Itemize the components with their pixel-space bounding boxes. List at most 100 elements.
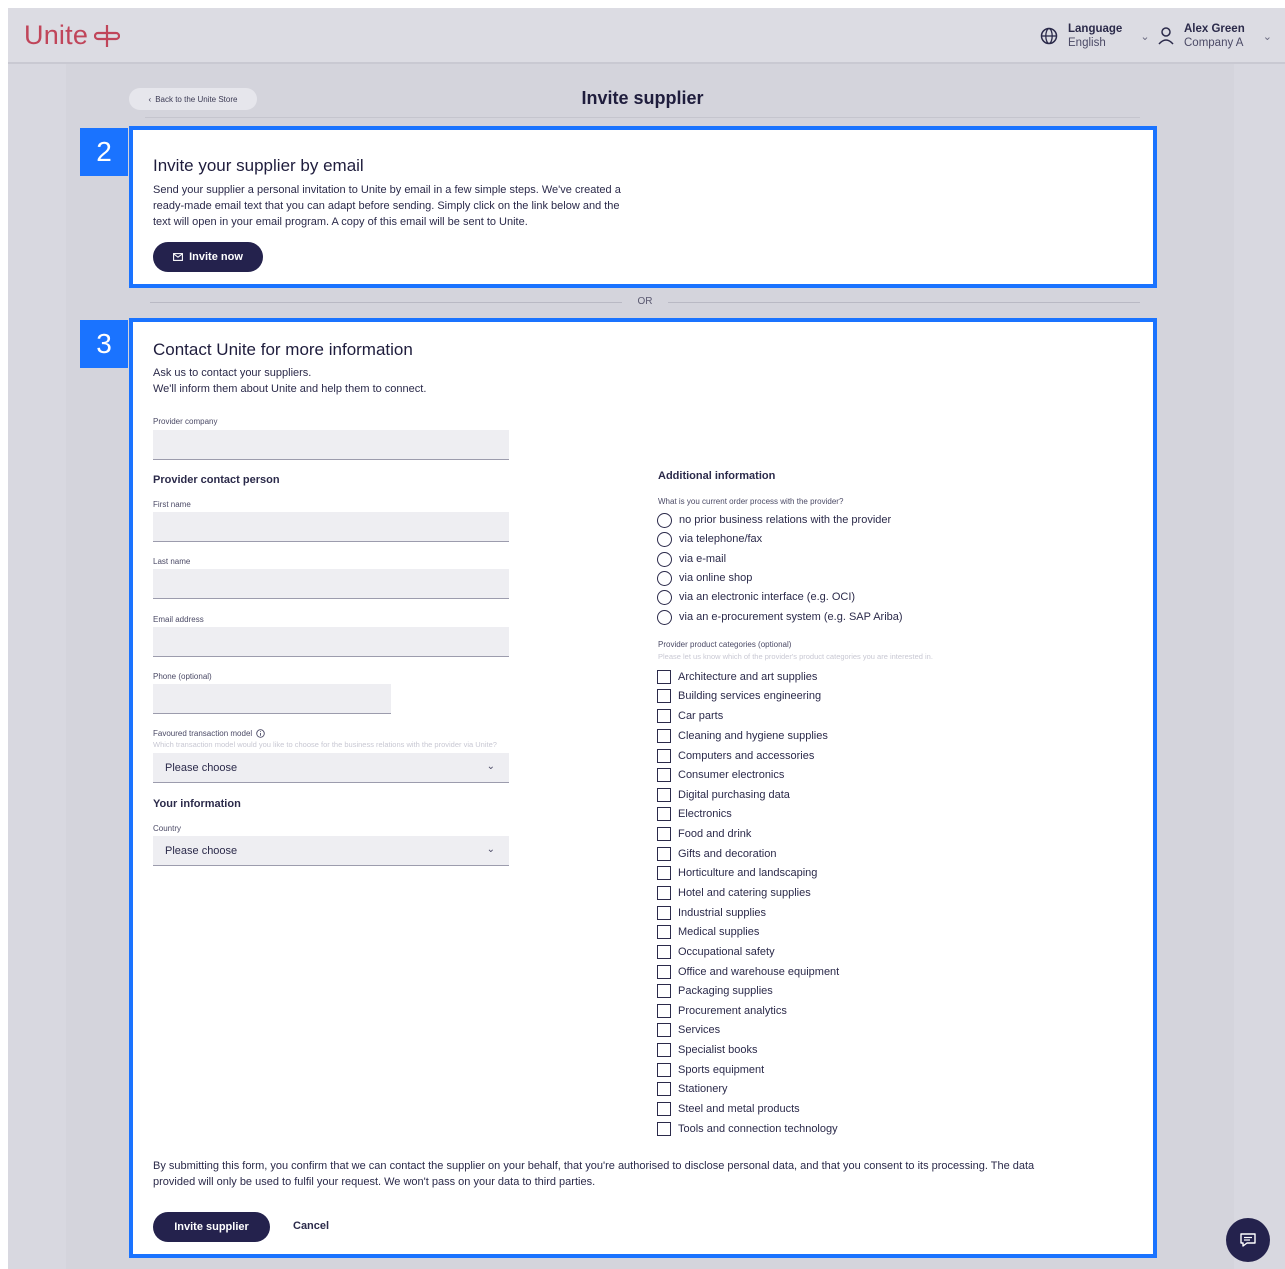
checkbox[interactable] — [657, 866, 671, 880]
category-option[interactable]: Gifts and decoration — [657, 846, 776, 862]
category-label: Services — [678, 1024, 721, 1036]
checkbox[interactable] — [657, 925, 671, 939]
category-option[interactable]: Procurement analytics — [657, 1003, 787, 1019]
contact-intro-line-2: We'll inform them about Unite and help t… — [153, 383, 427, 395]
category-option[interactable]: Occupational safety — [657, 944, 775, 960]
checkbox[interactable] — [657, 1043, 671, 1057]
category-option[interactable]: Cleaning and hygiene supplies — [657, 728, 828, 744]
category-option[interactable]: Car parts — [657, 708, 723, 724]
category-label: Horticulture and landscaping — [678, 867, 818, 879]
logo-text: Unite — [24, 20, 89, 50]
category-option[interactable]: Steel and metal products — [657, 1101, 800, 1117]
checkbox[interactable] — [657, 729, 671, 743]
category-label: Steel and metal products — [678, 1103, 800, 1115]
category-option[interactable]: Packaging supplies — [657, 983, 773, 999]
category-option[interactable]: Architecture and art supplies — [657, 669, 817, 685]
category-option[interactable]: Medical supplies — [657, 924, 759, 940]
category-label: Tools and connection technology — [678, 1123, 838, 1135]
order-process-option[interactable]: via an electronic interface (e.g. OCI) — [657, 589, 855, 605]
checkbox[interactable] — [657, 1082, 671, 1096]
category-option[interactable]: Electronics — [657, 806, 732, 822]
radio-button[interactable] — [657, 570, 672, 586]
category-option[interactable]: Tools and connection technology — [657, 1121, 838, 1137]
country-value: Please choose — [165, 844, 238, 857]
first-name-input[interactable] — [153, 512, 509, 542]
checkbox[interactable] — [657, 1102, 671, 1116]
radio-button[interactable] — [657, 531, 672, 547]
invite-supplier-button[interactable]: Invite supplier — [153, 1212, 270, 1242]
checkbox[interactable] — [657, 768, 671, 782]
country-label: Country — [153, 824, 182, 833]
invite-now-label: Invite now — [189, 251, 243, 263]
category-label: Computers and accessories — [678, 750, 815, 762]
category-label: Stationery — [678, 1083, 728, 1095]
checkbox[interactable] — [657, 709, 671, 723]
info-icon[interactable] — [256, 729, 265, 738]
radio-button[interactable] — [657, 551, 672, 567]
category-option[interactable]: Consumer electronics — [657, 767, 784, 783]
checkbox[interactable] — [657, 670, 671, 684]
country-select[interactable]: Please choose ⌄ — [153, 836, 509, 866]
category-option[interactable]: Services — [657, 1022, 720, 1038]
order-process-option[interactable]: no prior business relations with the pro… — [657, 512, 891, 528]
globe-icon — [1040, 27, 1058, 45]
checkbox[interactable] — [657, 689, 671, 703]
category-option[interactable]: Food and drink — [657, 826, 751, 842]
category-option[interactable]: Office and warehouse equipment — [657, 964, 839, 980]
radio-button[interactable] — [657, 589, 672, 605]
category-option[interactable]: Hotel and catering supplies — [657, 885, 811, 901]
category-option[interactable]: Stationery — [657, 1081, 728, 1097]
checkbox[interactable] — [657, 1122, 671, 1136]
cancel-button[interactable]: Cancel — [293, 1220, 329, 1232]
checkbox[interactable] — [657, 965, 671, 979]
email-label: Email address — [153, 615, 204, 624]
checkbox[interactable] — [657, 1023, 671, 1037]
language-selector[interactable]: Language English ⌄ — [1040, 22, 1150, 50]
divider-line-left — [150, 302, 622, 303]
category-option[interactable]: Industrial supplies — [657, 905, 766, 921]
order-process-option[interactable]: via telephone/fax — [657, 531, 762, 547]
user-name: Alex Green — [1184, 23, 1245, 35]
category-option[interactable]: Sports equipment — [657, 1062, 764, 1078]
or-divider: OR — [150, 296, 1140, 310]
checkbox[interactable] — [657, 945, 671, 959]
checkbox[interactable] — [657, 1004, 671, 1018]
category-option[interactable]: Building services engineering — [657, 688, 821, 704]
category-option[interactable]: Specialist books — [657, 1042, 758, 1058]
invite-email-heading: Invite your supplier by email — [153, 156, 364, 175]
last-name-input[interactable] — [153, 569, 509, 599]
category-option[interactable]: Digital purchasing data — [657, 787, 790, 803]
category-option[interactable]: Computers and accessories — [657, 748, 814, 764]
invite-supplier-label: Invite supplier — [174, 1221, 249, 1233]
invite-email-body-line-1: Send your supplier a personal invitation… — [153, 184, 621, 196]
invite-now-button[interactable]: Invite now — [153, 242, 263, 272]
checkbox[interactable] — [657, 749, 671, 763]
order-process-option[interactable]: via e-mail — [657, 551, 726, 567]
radio-button[interactable] — [657, 609, 672, 625]
email-input[interactable] — [153, 627, 509, 657]
checkbox[interactable] — [657, 984, 671, 998]
radio-button[interactable] — [657, 512, 672, 528]
checkbox[interactable] — [657, 886, 671, 900]
order-process-option-label: via online shop — [679, 572, 753, 584]
checkbox[interactable] — [657, 1063, 671, 1077]
order-process-option-label: via telephone/fax — [679, 533, 763, 545]
unite-logo[interactable]: Unite — [24, 20, 121, 51]
phone-input[interactable] — [153, 684, 391, 714]
checkbox[interactable] — [657, 847, 671, 861]
checkbox[interactable] — [657, 906, 671, 920]
category-label: Food and drink — [678, 828, 752, 840]
order-process-option[interactable]: via an e-procurement system (e.g. SAP Ar… — [657, 609, 903, 625]
contact-heading: Contact Unite for more information — [153, 340, 413, 359]
chat-button[interactable] — [1226, 1218, 1270, 1262]
checkbox[interactable] — [657, 807, 671, 821]
checkbox[interactable] — [657, 788, 671, 802]
checkbox[interactable] — [657, 827, 671, 841]
provider-company-input[interactable] — [153, 430, 509, 460]
order-process-option[interactable]: via online shop — [657, 570, 752, 586]
categories-label: Provider product categories (optional) — [658, 640, 792, 649]
user-menu[interactable]: Alex Green Company A ⌄ — [1158, 22, 1272, 50]
category-option[interactable]: Horticulture and landscaping — [657, 865, 817, 881]
order-process-question: What is you current order process with t… — [658, 497, 844, 506]
transaction-model-select[interactable]: Please choose ⌄ — [153, 753, 509, 783]
